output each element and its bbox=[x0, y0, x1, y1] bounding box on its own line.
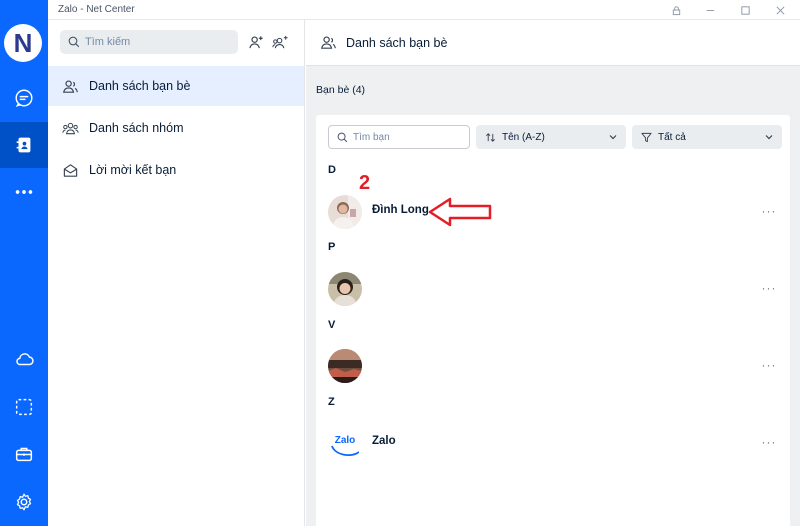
main-content: Danh sách bạn bè Bạn bè (4) Tên (A-Z) Tấ… bbox=[306, 20, 800, 526]
filter-icon bbox=[641, 132, 652, 142]
avatar[interactable]: N bbox=[4, 24, 42, 62]
chevron-down-icon bbox=[609, 135, 617, 140]
friend-count: Bạn bè (4) bbox=[316, 84, 366, 96]
list-item[interactable]: ··· bbox=[316, 344, 790, 388]
group-letter: P bbox=[328, 241, 336, 253]
envelope-icon bbox=[63, 163, 78, 177]
message-icon[interactable] bbox=[0, 75, 48, 121]
search-input[interactable] bbox=[60, 30, 238, 54]
lock-icon[interactable] bbox=[664, 2, 688, 18]
group-letter: V bbox=[328, 319, 336, 331]
sidebar-item-label: Danh sách nhóm bbox=[89, 121, 184, 135]
list-item[interactable]: ··· bbox=[316, 267, 790, 311]
friend-search-input[interactable] bbox=[328, 125, 470, 149]
page-title: Danh sách bạn bè bbox=[346, 35, 448, 50]
annotation-number: 2 bbox=[359, 172, 371, 194]
sidebar-item-label: Danh sách bạn bè bbox=[89, 79, 191, 93]
svg-text:Zalo: Zalo bbox=[335, 435, 356, 446]
search-icon bbox=[68, 36, 80, 48]
filter-label: Tất cả bbox=[658, 131, 686, 143]
create-group-icon[interactable] bbox=[268, 30, 292, 54]
sort-icon bbox=[486, 132, 495, 142]
more-options-button[interactable]: ··· bbox=[760, 202, 778, 220]
avatar bbox=[328, 195, 362, 229]
friends-icon bbox=[63, 79, 78, 93]
sidebar-item-label: Lời mời kết bạn bbox=[89, 163, 177, 177]
list-item[interactable]: Đình Long ··· bbox=[316, 190, 790, 234]
window-title: Zalo - Net Center bbox=[58, 4, 135, 15]
zalo-logo-icon: Zalo bbox=[328, 426, 362, 460]
friend-name: Zalo bbox=[372, 435, 396, 447]
sort-dropdown[interactable]: Tên (A-Z) bbox=[476, 125, 626, 149]
group-icon bbox=[62, 122, 79, 134]
screenshot-icon[interactable] bbox=[0, 384, 48, 430]
minimize-icon[interactable] bbox=[698, 2, 722, 18]
more-options-button[interactable]: ··· bbox=[760, 279, 778, 297]
sidebar-item-friends[interactable]: Danh sách bạn bè bbox=[48, 66, 304, 106]
close-icon[interactable] bbox=[768, 2, 792, 18]
chevron-down-icon bbox=[765, 135, 773, 140]
search-field[interactable] bbox=[85, 36, 225, 48]
more-icon[interactable] bbox=[0, 169, 48, 215]
sidebar-item-groups[interactable]: Danh sách nhóm bbox=[48, 108, 304, 148]
avatar bbox=[328, 272, 362, 306]
friend-search-field[interactable] bbox=[353, 131, 463, 143]
sidebar: Danh sách bạn bè Danh sách nhóm Lời mời … bbox=[48, 20, 305, 526]
annotation-arrow-icon bbox=[428, 197, 492, 227]
more-options-button[interactable]: ··· bbox=[760, 433, 778, 451]
sort-label: Tên (A-Z) bbox=[502, 131, 545, 143]
filter-dropdown[interactable]: Tất cả bbox=[632, 125, 782, 149]
search-icon bbox=[337, 132, 348, 142]
group-letter: D bbox=[328, 164, 336, 176]
nav-rail: N bbox=[0, 0, 48, 526]
briefcase-icon[interactable] bbox=[0, 431, 48, 477]
sidebar-item-friend-requests[interactable]: Lời mời kết bạn bbox=[48, 150, 304, 190]
settings-icon[interactable] bbox=[0, 479, 48, 525]
list-item[interactable]: Zalo Zalo ··· bbox=[316, 421, 790, 465]
content-header: Danh sách bạn bè bbox=[306, 20, 800, 66]
add-friend-icon[interactable] bbox=[244, 30, 268, 54]
friends-icon bbox=[321, 36, 336, 49]
cloud-icon[interactable] bbox=[0, 336, 48, 382]
maximize-icon[interactable] bbox=[733, 2, 757, 18]
more-options-button[interactable]: ··· bbox=[760, 356, 778, 374]
title-bar: Zalo - Net Center bbox=[0, 0, 800, 20]
contacts-icon[interactable] bbox=[0, 122, 48, 168]
group-letter: Z bbox=[328, 396, 335, 408]
friend-name: Đình Long bbox=[372, 204, 429, 216]
logo-letter: N bbox=[13, 27, 33, 58]
avatar bbox=[328, 349, 362, 383]
friend-list-panel: Tên (A-Z) Tất cả D Đình Long ··· P ··· bbox=[316, 115, 790, 526]
